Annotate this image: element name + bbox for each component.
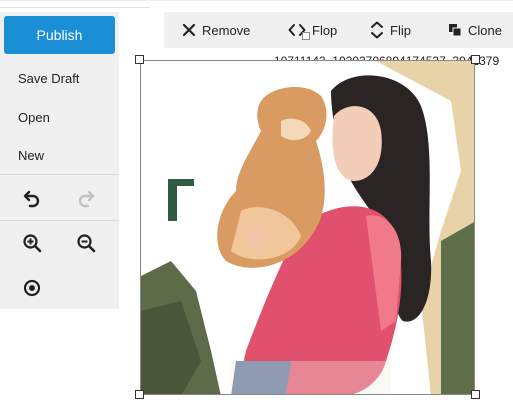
undo-icon[interactable] [20,186,44,210]
photo-image [141,61,474,394]
flip-label: Flip [390,22,411,38]
sidebar: Publish Save Draft Open New [0,12,119,309]
remove-label: Remove [202,22,251,38]
zoom-out-icon[interactable] [74,231,98,255]
top-border-line-short [0,7,150,8]
sidebar-divider [0,220,119,221]
redo-icon[interactable] [74,186,98,210]
save-draft-button[interactable]: Save Draft [18,71,79,86]
open-button[interactable]: Open [18,110,50,125]
resize-handle-bottom-right[interactable] [471,390,480,399]
copy-icon [449,24,462,37]
resize-handle-top-left[interactable] [135,55,144,64]
center-target-icon[interactable] [20,276,44,300]
toolbar: Remove Flop Flip Clone [164,12,513,48]
flip-arrows-icon [371,21,383,39]
close-icon [182,23,196,37]
rotate-handle[interactable] [302,32,310,40]
flop-button[interactable]: Flop [288,12,337,48]
image-layer[interactable] [140,60,475,395]
remove-button[interactable]: Remove [182,12,250,48]
clone-button[interactable]: Clone [448,12,502,48]
zoom-in-icon[interactable] [20,231,44,255]
resize-handle-bottom-left[interactable] [135,390,144,399]
new-button[interactable]: New [18,148,44,163]
flip-button[interactable]: Flip [370,12,411,48]
flop-label: Flop [312,22,338,38]
top-border [0,0,513,12]
publish-button[interactable]: Publish [4,16,115,54]
clone-label: Clone [468,22,502,38]
top-border-line [0,0,513,1]
sidebar-divider [0,174,119,175]
resize-handle-top-right[interactable] [471,55,480,64]
